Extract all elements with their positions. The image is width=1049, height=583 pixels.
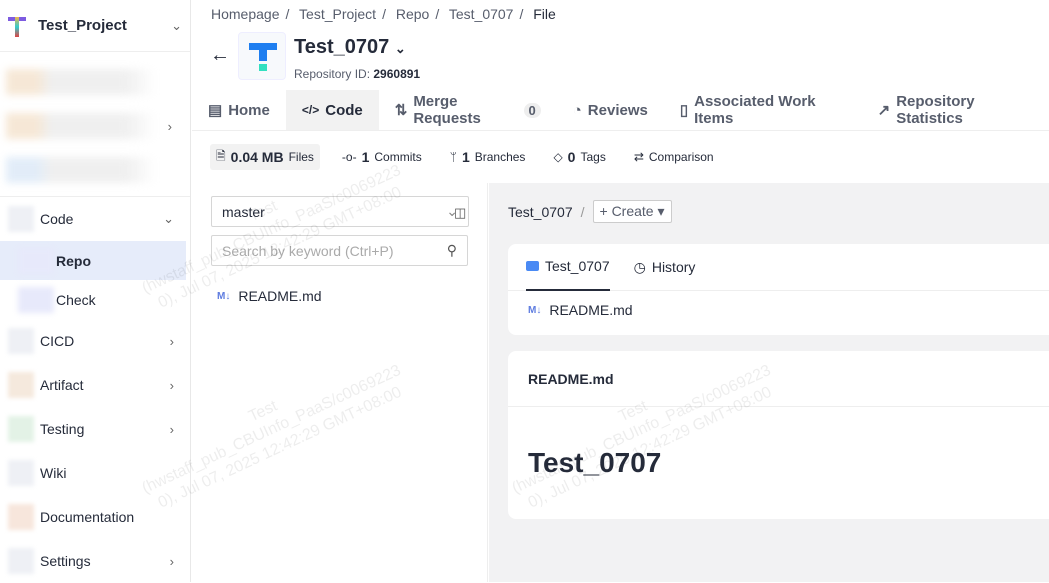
branch-icon: ᛘ <box>449 150 457 164</box>
cicd-icon <box>8 328 34 354</box>
sidebar-item-wiki[interactable]: Wiki <box>0 451 190 495</box>
file-tree-item[interactable]: M↓ README.md <box>217 288 322 304</box>
files-stat[interactable]: 🗎 0.04 MB Files <box>210 144 320 170</box>
sidebar-item-cicd[interactable]: CICD › <box>0 319 190 363</box>
chevron-right-icon: › <box>169 377 174 393</box>
tab-reviews[interactable]: ◔ Reviews <box>557 90 664 130</box>
sidebar-item-documentation[interactable]: Documentation <box>0 495 190 539</box>
sidebar-item-artifact[interactable]: Artifact › <box>0 363 190 407</box>
sidebar-item-code[interactable]: Code ⌄ <box>0 197 190 241</box>
chevron-down-icon: ⌄ <box>171 17 182 33</box>
file-tree-panel: master ⌄ ◫ Search by keyword (Ctrl+P) ⚲ M↓… <box>192 183 488 582</box>
artifact-icon <box>8 372 34 398</box>
tab-files[interactable]: Test_0707 <box>526 244 610 291</box>
search-icon: ⚲ <box>446 242 457 258</box>
branches-stat[interactable]: ᛘ 1 Branches <box>444 144 532 170</box>
blurred-nav-item[interactable]: › <box>6 104 184 148</box>
sidebar-item-testing[interactable]: Testing › <box>0 407 190 451</box>
repo-tabs: ▤ Home </> Code ⇅ Merge Requests 0 ◔ Reviews … <box>192 90 1049 131</box>
repo-stats: 🗎 0.04 MB Files -o- 1 Commits ᛘ 1 Branches ◇ 0 T… <box>210 144 720 170</box>
file-list-card: Test_0707 ◷ History M↓ README.md <box>508 244 1049 335</box>
tab-repository-statistics[interactable]: ↗ Repository Statistics <box>862 90 1049 130</box>
readme-card: README.md Test_0707 <box>508 351 1049 519</box>
chevron-down-icon: ⌄ <box>163 211 174 226</box>
tab-history[interactable]: ◷ History <box>634 244 696 291</box>
chevron-right-icon: › <box>169 333 174 349</box>
search-input[interactable]: Search by keyword (Ctrl+P) ⚲ <box>211 235 468 266</box>
content-panel: Test_0707/+ Create ▾ Test_0707 ◷ History … <box>489 183 1049 582</box>
chart-icon: ↗ <box>877 102 891 119</box>
chevron-right-icon: › <box>169 421 174 437</box>
sidebar: Test_Project ⌄ › Code ⌄ Repo Check CICD › … <box>0 0 191 582</box>
repo-title[interactable]: Test_0707 ⌄ <box>294 36 406 59</box>
project-name: Test_Project <box>38 17 127 34</box>
breadcrumb-project[interactable]: Test_Project <box>299 6 376 22</box>
commit-icon: -o- <box>341 150 357 164</box>
tags-stat[interactable]: ◇ 0 Tags <box>547 144 611 170</box>
settings-icon <box>8 548 34 574</box>
merge-icon: ⇅ <box>394 102 408 119</box>
commits-stat[interactable]: -o- 1 Commits <box>336 144 428 170</box>
doc-icon: ▯ <box>679 102 689 119</box>
readme-title: README.md <box>508 351 1049 407</box>
file-icon: 🗎 <box>216 148 226 163</box>
chevron-right-icon: › <box>167 118 172 134</box>
code-icon: </> <box>301 103 320 117</box>
documentation-icon <box>8 504 34 530</box>
comparison-link[interactable]: ⇄ Comparison <box>628 144 720 170</box>
sidebar-item-settings[interactable]: Settings › <box>0 539 190 583</box>
breadcrumb-repo-name[interactable]: Test_0707 <box>449 6 514 22</box>
chevron-down-icon: ⌄ <box>394 41 406 56</box>
readme-heading: Test_0707 <box>528 447 662 478</box>
branch-select[interactable]: master ⌄ <box>211 196 469 227</box>
breadcrumb: Homepage / Test_Project / Repo / Test_0707/… <box>211 6 556 22</box>
tab-associated-work-items[interactable]: ▯ Associated Work Items <box>664 90 862 130</box>
compare-icon: ⇄ <box>633 150 644 164</box>
tag-icon: ◇ <box>553 150 563 164</box>
testing-icon <box>8 416 34 442</box>
sidebar-item-check[interactable]: Check <box>0 280 190 319</box>
history-icon: ◷ <box>633 258 646 275</box>
main: Homepage / Test_Project / Repo / Test_0707/… <box>192 0 1049 582</box>
breadcrumb-homepage[interactable]: Homepage <box>211 6 280 22</box>
path-breadcrumb: Test_0707/+ Create ▾ <box>508 200 672 223</box>
wiki-icon <box>8 460 34 486</box>
repo-icon <box>18 247 54 274</box>
code-icon <box>8 206 34 232</box>
project-selector[interactable]: Test_Project ⌄ <box>0 0 190 52</box>
breadcrumb-file: File <box>533 6 556 22</box>
repo-logo-icon <box>238 32 286 80</box>
blurred-nav-item[interactable] <box>6 60 184 104</box>
markdown-icon: M↓ <box>528 304 542 316</box>
repo-id: Repository ID: 2960891 <box>294 67 421 81</box>
folder-icon <box>526 261 539 271</box>
tab-home[interactable]: ▤ Home <box>192 90 286 130</box>
chevron-right-icon: › <box>169 553 174 569</box>
create-button[interactable]: + Create ▾ <box>592 200 672 223</box>
count-badge: 0 <box>523 102 541 118</box>
review-icon: ◔ <box>572 101 582 119</box>
blurred-nav-item[interactable] <box>6 148 184 192</box>
tab-merge-requests[interactable]: ⇅ Merge Requests 0 <box>379 90 557 130</box>
collapse-panel-icon[interactable]: ◫ <box>454 205 466 221</box>
sidebar-item-repo[interactable]: Repo <box>0 241 186 280</box>
tab-code[interactable]: </> Code <box>285 90 379 130</box>
home-icon: ▤ <box>208 102 223 119</box>
project-logo-icon <box>8 14 26 38</box>
check-icon <box>18 286 54 313</box>
markdown-icon: M↓ <box>217 290 231 302</box>
back-arrow-icon[interactable]: ← <box>210 44 230 67</box>
file-row[interactable]: M↓ README.md <box>508 291 1049 329</box>
breadcrumb-repo[interactable]: Repo <box>396 6 429 22</box>
